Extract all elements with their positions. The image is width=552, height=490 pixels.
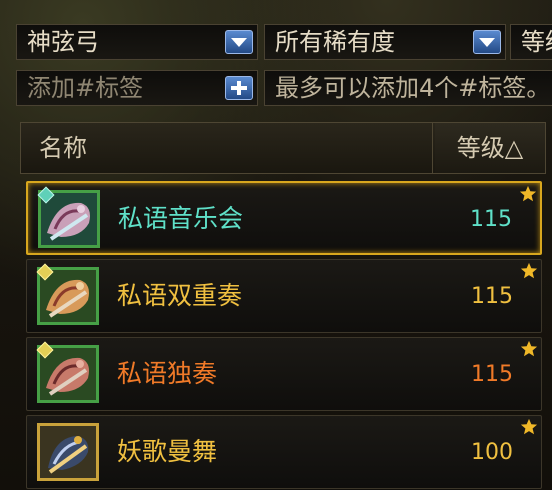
item-name: 妖歌曼舞: [117, 437, 218, 466]
star-icon: [520, 262, 538, 279]
list-item[interactable]: 私语双重奏 115: [26, 259, 542, 333]
tag-hint-text: 最多可以添加4个#标签。: [275, 74, 551, 102]
rarity-dropdown[interactable]: 所有稀有度: [264, 24, 506, 60]
column-header-level-sort[interactable]: 等级△: [435, 123, 545, 173]
star-icon: [520, 418, 538, 435]
item-level: 115: [470, 207, 512, 232]
level-dropdown[interactable]: 等级: [510, 24, 552, 60]
level-dropdown-value: 等级: [521, 28, 552, 56]
table-header: 名称 等级△: [20, 122, 546, 174]
list-item[interactable]: 私语独奏 115: [26, 337, 542, 411]
item-level: 115: [471, 362, 513, 387]
tag-hint: 最多可以添加4个#标签。: [264, 70, 552, 106]
tag-input[interactable]: 添加#标签: [16, 70, 258, 106]
star-icon: [519, 185, 537, 202]
item-level: 115: [471, 284, 513, 309]
weapon-type-dropdown[interactable]: 神弦弓: [16, 24, 258, 60]
item-icon: [37, 423, 99, 481]
chevron-down-icon[interactable]: [225, 30, 253, 54]
tag-input-placeholder: 添加#标签: [27, 74, 144, 102]
list-item[interactable]: 妖歌曼舞 100: [26, 415, 542, 489]
rarity-value: 所有稀有度: [275, 28, 395, 56]
item-name: 私语音乐会: [118, 204, 244, 233]
column-header-name[interactable]: 名称: [21, 123, 433, 173]
item-name: 私语双重奏: [117, 281, 243, 310]
weapon-type-value: 神弦弓: [27, 28, 99, 56]
item-name: 私语独奏: [117, 359, 218, 388]
list-item[interactable]: 私语音乐会 115: [26, 181, 542, 255]
star-icon: [520, 340, 538, 357]
add-tag-button[interactable]: [225, 76, 253, 100]
item-level: 100: [471, 440, 513, 465]
chevron-down-icon[interactable]: [473, 30, 501, 54]
